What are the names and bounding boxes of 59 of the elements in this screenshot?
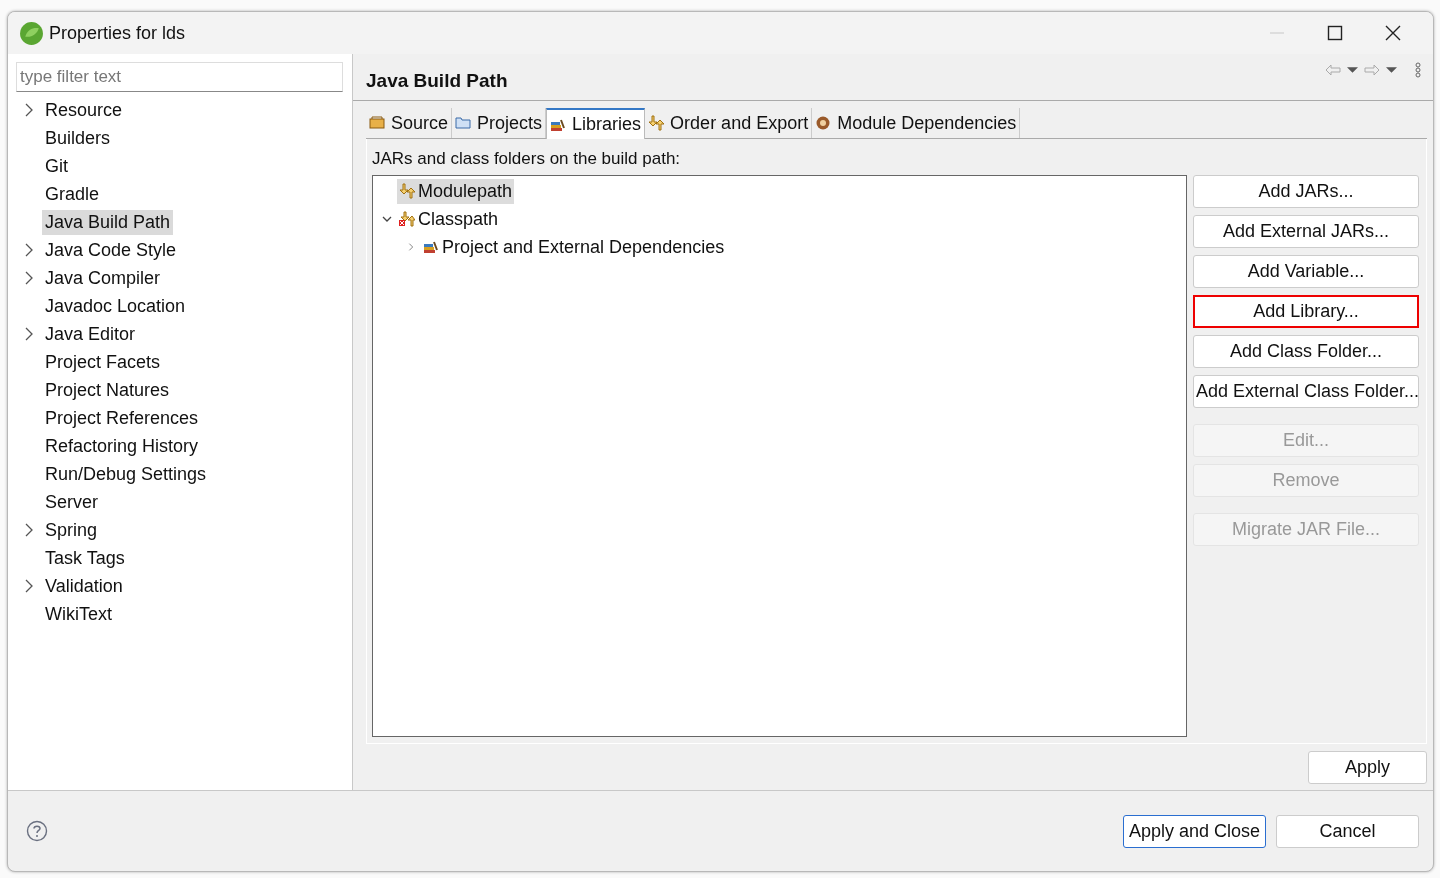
tree-item[interactable]: Classpath (397, 206, 501, 232)
arrows-icon (648, 115, 665, 131)
sidebar-item[interactable]: Project Natures (42, 377, 173, 403)
tree-item[interactable]: Modulepath (397, 178, 515, 204)
chevron-right-icon[interactable] (24, 327, 34, 341)
apply-button[interactable]: Apply (1308, 750, 1427, 784)
package-icon (369, 115, 385, 131)
tree-item[interactable]: Project and External Dependencies (421, 234, 727, 260)
books-icon (423, 239, 439, 255)
sidebar-item[interactable]: Server (42, 489, 101, 515)
side-button[interactable]: Add Variable... (1193, 255, 1419, 288)
sidebar-item[interactable]: Builders (42, 125, 114, 151)
sidebar-item[interactable]: Java Build Path (42, 209, 174, 235)
sidebar-item[interactable]: Gradle (42, 181, 103, 207)
sidebar-item[interactable]: Validation (42, 573, 126, 599)
sidebar-item[interactable]: WikiText (42, 601, 115, 627)
dialog-button[interactable]: Cancel (1276, 814, 1419, 848)
chevron-right-icon[interactable] (24, 523, 34, 537)
sidebar-item[interactable]: Project References (42, 405, 202, 431)
sidebar-item[interactable]: Refactoring History (42, 433, 202, 459)
folder-icon (455, 115, 472, 131)
side-button[interactable]: Add JARs... (1193, 175, 1419, 208)
window-title: Properties for lds (49, 22, 187, 44)
maximize-icon[interactable] (1325, 23, 1345, 43)
chevron-right-icon[interactable] (24, 271, 34, 285)
side-button[interactable]: Add External Class Folder... (1193, 375, 1419, 408)
page-title: Java Build Path (366, 69, 508, 92)
filter-field[interactable]: type filter text (16, 62, 343, 92)
dropdown-icon[interactable] (1386, 66, 1397, 74)
chevron-right-icon[interactable] (24, 103, 34, 117)
sidebar-item[interactable]: Spring (42, 517, 101, 543)
more-icon[interactable] (1415, 62, 1421, 78)
arrows-error-icon (399, 211, 415, 227)
sidebar-item[interactable]: Java Editor (42, 321, 139, 347)
leaf-logo-icon (19, 20, 44, 46)
arrows-icon (399, 183, 415, 199)
tab[interactable]: Libraries (546, 108, 646, 139)
side-button[interactable]: Add Library... (1193, 295, 1419, 328)
dialog-button[interactable]: Apply and Close (1123, 814, 1266, 848)
chevron-right-icon[interactable] (24, 579, 34, 593)
sidebar-item[interactable]: Git (42, 153, 71, 179)
tab[interactable]: Module Dependencies (812, 108, 1021, 138)
chevron-right-icon[interactable] (24, 243, 34, 257)
tab[interactable]: Source (366, 108, 453, 138)
sidebar-item[interactable]: Java Code Style (42, 237, 180, 263)
sidebar-item[interactable]: Java Compiler (42, 265, 164, 291)
sidebar-item[interactable]: Run/Debug Settings (42, 461, 210, 487)
side-button[interactable]: Add Class Folder... (1193, 335, 1419, 368)
side-button[interactable]: Add External JARs... (1193, 215, 1419, 248)
sidebar-item[interactable]: Project Facets (42, 349, 164, 375)
list-caption: JARs and class folders on the build path: (372, 149, 682, 169)
help-icon[interactable] (26, 820, 48, 842)
module-icon (815, 115, 832, 131)
sidebar-item[interactable]: Task Tags (42, 545, 128, 571)
sidebar-item[interactable]: Resource (42, 97, 126, 123)
tab[interactable]: Order and Export (645, 108, 813, 138)
dropdown-icon[interactable] (1347, 66, 1358, 74)
close-icon[interactable] (1383, 23, 1403, 43)
sidebar-item[interactable]: Javadoc Location (42, 293, 189, 319)
